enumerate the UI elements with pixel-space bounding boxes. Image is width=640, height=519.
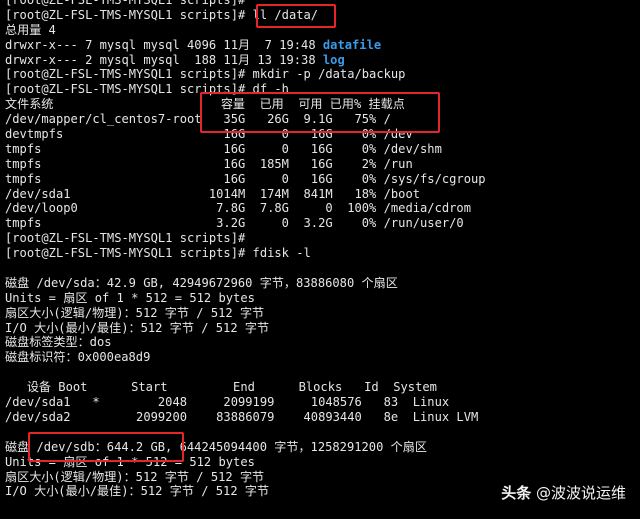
terminal-line: tmpfs 16G 0 16G 0% /dev/shm: [5, 141, 442, 156]
shell-command: df -h: [245, 82, 289, 97]
terminal-line: 扇区大小(逻辑/物理)：512 字节 / 512 字节: [5, 469, 265, 484]
terminal-line: I/O 大小(最小/最佳)：512 字节 / 512 字节: [5, 484, 270, 499]
terminal-line: 磁盘 /dev/sda：42.9 GB, 42949672960 字节，8388…: [5, 275, 398, 290]
directory-name: datafile: [322, 37, 382, 52]
shell-prompt: [root@ZL-FSL-TMS-MYSQL1 scripts]#: [5, 7, 246, 22]
terminal-line: /dev/sda2 2099200 83886079 40893440 8e L…: [5, 409, 479, 424]
shell-command: mkdir -p /data/backup: [245, 67, 406, 82]
shell-prompt: [root@ZL-FSL-TMS-MYSQL1 scripts]#: [5, 246, 246, 261]
terminal-line: /dev/sda1 * 2048 2099199 1048576 83 Linu…: [5, 395, 450, 410]
shell-command: ll /data/: [245, 7, 319, 22]
terminal-line: 磁盘 /dev/sdb：644.2 GB, 644245094400 字节，12…: [5, 439, 427, 454]
terminal-line: [root@ZL-FSL-TMS-MYSQL1 scripts]# mkdir …: [5, 67, 486, 82]
terminal-line: 磁盘标识符：0x000ea8d9: [5, 350, 151, 365]
watermark-handle: @波波说运维: [535, 484, 626, 502]
terminal-line: 扇区大小(逻辑/物理)：512 字节 / 512 字节: [5, 305, 265, 320]
terminal-line: [root@ZL-FSL-TMS-MYSQL1 scripts]# df -h: [5, 82, 486, 97]
terminal-line: /dev/loop0 7.8G 7.8G 0 100% /media/cdrom: [5, 201, 471, 216]
terminal-line: tmpfs 16G 185M 16G 2% /run: [5, 156, 413, 171]
watermark-brand: 头条: [501, 484, 532, 502]
terminal-line: 文件系统 容量 已用 可用 已用% 挂载点: [5, 97, 405, 112]
terminal-line: devtmpfs 16G 0 16G 0% /dev: [5, 127, 413, 142]
terminal-line: Units = 扇区 of 1 * 512 = 512 bytes: [5, 290, 255, 305]
terminal-line: 设备 Boot Start End Blocks Id System: [5, 380, 437, 395]
shell-command: fdisk -l: [245, 246, 311, 261]
terminal-line: 总用量 4: [5, 22, 56, 37]
shell-prompt: [root@ZL-FSL-TMS-MYSQL1 scripts]#: [5, 67, 246, 82]
terminal-line: /dev/mapper/cl_centos7-root 35G 26G 9.1G…: [5, 112, 391, 127]
ls-entry-meta: drwxr-x--- 2 mysql mysql 188 11月 13 19:3…: [5, 52, 323, 67]
terminal-line: Units = 扇区 of 1 * 512 = 512 bytes: [5, 454, 255, 469]
terminal-line: [root@ZL-FSL-TMS-MYSQL1 scripts]# ll /da…: [5, 8, 486, 23]
shell-prompt: [root@ZL-FSL-TMS-MYSQL1 scripts]#: [5, 0, 246, 7]
terminal-output[interactable]: [root@ZL-FSL-TMS-MYSQL1 scripts]# [root@Z…: [5, 0, 486, 499]
shell-prompt: [root@ZL-FSL-TMS-MYSQL1 scripts]#: [5, 82, 246, 97]
terminal-line: [root@ZL-FSL-TMS-MYSQL1 scripts]#: [5, 0, 486, 8]
terminal-line: 磁盘标签类型：dos: [5, 335, 112, 350]
terminal-line: drwxr-x--- 2 mysql mysql 188 11月 13 19:3…: [5, 53, 486, 68]
terminal-line: /dev/sda1 1014M 174M 841M 18% /boot: [5, 186, 421, 201]
watermark: 头条 @波波说运维: [501, 482, 626, 503]
terminal-line: tmpfs 3.2G 0 3.2G 0% /run/user/0: [5, 216, 464, 231]
terminal-line: [root@ZL-FSL-TMS-MYSQL1 scripts]# fdisk …: [5, 246, 486, 261]
terminal-line: [root@ZL-FSL-TMS-MYSQL1 scripts]#: [5, 231, 486, 246]
shell-prompt: [root@ZL-FSL-TMS-MYSQL1 scripts]#: [5, 231, 246, 246]
ls-entry-meta: drwxr-x--- 7 mysql mysql 4096 11月 7 19:4…: [5, 37, 323, 52]
terminal-line: drwxr-x--- 7 mysql mysql 4096 11月 7 19:4…: [5, 38, 486, 53]
terminal-line: I/O 大小(最小/最佳)：512 字节 / 512 字节: [5, 320, 270, 335]
directory-name: log: [322, 52, 345, 67]
terminal-line: tmpfs 16G 0 16G 0% /sys/fs/cgroup: [5, 171, 486, 186]
